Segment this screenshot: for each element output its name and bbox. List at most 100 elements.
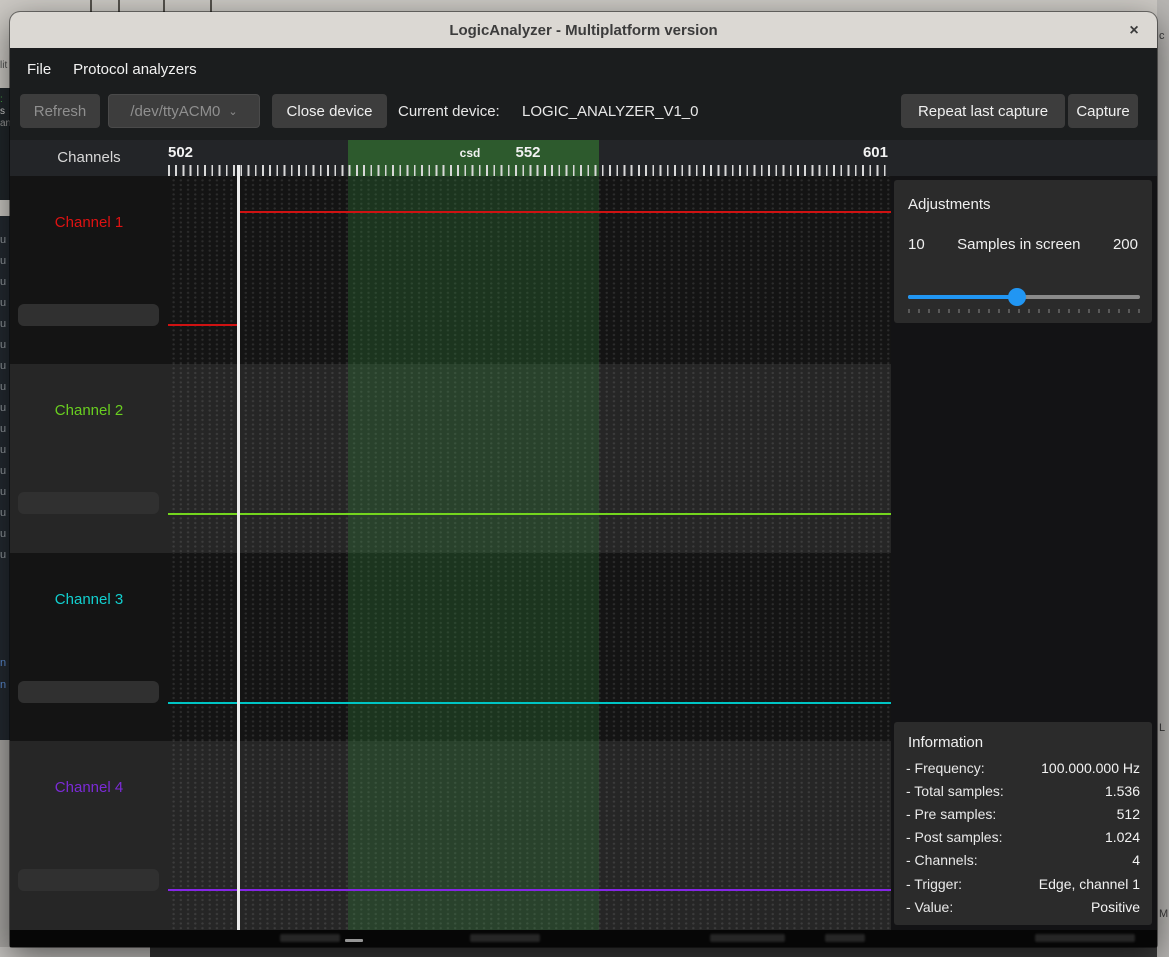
info-value: 4 <box>1132 852 1140 869</box>
samples-min: 10 <box>908 236 925 253</box>
info-label: - Post samples: <box>906 829 1003 846</box>
background-strip <box>0 740 10 957</box>
information-panel: Information - Frequency: 100.000.000 Hz - … <box>894 722 1152 925</box>
current-device-label: Current device: <box>398 103 500 120</box>
information-title: Information <box>908 734 984 751</box>
info-value: Edge, channel 1 <box>1038 875 1140 892</box>
background-divider <box>210 0 212 12</box>
information-row: - Trigger: Edge, channel 1 <box>906 872 1140 895</box>
samples-slider-fill <box>908 295 1018 299</box>
background-char: c <box>1159 30 1165 42</box>
channel-1-label: Channel 1 <box>54 214 124 231</box>
info-value: 100.000.000 Hz <box>1041 759 1140 776</box>
info-value: Positive <box>1090 898 1140 915</box>
desktop: lit : s an u u u u u u u u u u u u u u u… <box>0 0 1169 957</box>
info-label: - Pre samples: <box>906 805 997 822</box>
menu-file[interactable]: File <box>27 61 51 78</box>
close-device-button[interactable]: Close device <box>272 94 387 128</box>
channel-4-header: Channel 4 <box>10 741 168 930</box>
ruler-label-mid: 552 <box>515 144 541 161</box>
information-row: - Post samples: 1.024 <box>906 826 1140 849</box>
info-label: - Total samples: <box>906 782 1004 799</box>
background-divider <box>118 0 120 12</box>
channel-3-header: Channel 3 <box>10 553 168 741</box>
info-label: - Frequency: <box>906 759 985 776</box>
sidebar: Adjustments 10 Samples in screen 200 Inf… <box>891 176 1157 930</box>
channel-4-name-input[interactable] <box>18 869 159 891</box>
background-text-blob <box>825 934 865 942</box>
channel-1-header: Channel 1 <box>10 176 168 364</box>
info-label: - Value: <box>906 898 954 915</box>
channel-2-label: Channel 2 <box>54 402 124 419</box>
channel-2-name-input[interactable] <box>18 492 159 514</box>
repeat-last-capture-button[interactable]: Repeat last capture <box>901 94 1065 128</box>
information-row: - Channels: 4 <box>906 849 1140 872</box>
background-text-blob <box>470 934 540 942</box>
background-text: lit <box>0 12 10 88</box>
logic-analyzer-window: LogicAnalyzer - Multiplatform version × … <box>10 12 1157 947</box>
information-row: - Total samples: 1.536 <box>906 779 1140 802</box>
channel-1-name-input[interactable] <box>18 304 159 326</box>
background-divider <box>163 0 165 12</box>
signal-traces <box>168 211 891 891</box>
toolbar: Refresh /dev/ttyACM0 ⌄ Close device Curr… <box>10 90 1157 140</box>
window-title: LogicAnalyzer - Multiplatform version <box>449 21 718 39</box>
channel-1-trace <box>168 211 891 326</box>
menubar: File Protocol analyzers <box>10 48 1157 90</box>
titlebar[interactable]: LogicAnalyzer - Multiplatform version × <box>10 12 1157 48</box>
capture-button[interactable]: Capture <box>1068 94 1138 128</box>
samples-row: 10 Samples in screen 200 <box>894 236 1152 253</box>
info-label: - Channels: <box>906 852 978 869</box>
current-device-value: LOGIC_ANALYZER_V1_0 <box>522 103 699 120</box>
close-window-button[interactable]: × <box>1123 20 1145 42</box>
ruler-label-end: 601 <box>862 144 888 161</box>
background-text-blob <box>280 934 340 942</box>
device-select-value: /dev/ttyACM0 <box>130 102 221 120</box>
channels-column-header: Channels <box>57 149 121 166</box>
chevron-down-icon: ⌄ <box>228 105 238 118</box>
info-value: 1.024 <box>1104 829 1140 846</box>
background-bottom-strip <box>0 947 150 957</box>
background-char: s <box>0 106 5 117</box>
waveform-viewport[interactable]: Channel 1 Channel 2 Channel 3 Channel 4 <box>10 176 891 930</box>
adjustments-panel: Adjustments 10 Samples in screen 200 <box>894 180 1152 323</box>
background-char: : <box>0 94 3 105</box>
device-select[interactable]: /dev/ttyACM0 ⌄ <box>108 94 260 128</box>
waveform-content: Channel 1 Channel 2 Channel 3 Channel 4 … <box>10 176 1157 930</box>
samples-slider-thumb[interactable] <box>1008 288 1027 306</box>
channel-3-label: Channel 3 <box>54 591 124 608</box>
background-divider <box>90 0 92 12</box>
samples-max: 200 <box>1112 236 1138 253</box>
background-app-right-strip: c L M <box>1157 0 1169 957</box>
channel-4-label: Channel 4 <box>54 779 124 796</box>
background-text-blob <box>1035 934 1135 942</box>
channel-2-header: Channel 2 <box>10 364 168 553</box>
background-text-blob <box>710 934 785 942</box>
adjustments-title: Adjustments <box>908 196 991 213</box>
csd-region-label: csd <box>459 146 481 160</box>
background-text: n n <box>0 657 7 691</box>
background-char: M <box>1159 908 1169 920</box>
background-bottom-strip <box>150 947 1157 957</box>
information-row: - Value: Positive <box>906 895 1140 918</box>
sample-ruler[interactable] <box>168 165 891 176</box>
information-rows: - Frequency: 100.000.000 Hz - Total sample… <box>906 756 1140 918</box>
channel-3-name-input[interactable] <box>18 681 159 703</box>
background-text: : s an <box>0 88 11 200</box>
menu-protocol-analyzers[interactable]: Protocol analyzers <box>73 61 196 78</box>
slider-tick-marks <box>908 309 1140 315</box>
ruler-label-start: 502 <box>168 144 194 161</box>
samples-label: Samples in screen <box>957 236 1081 253</box>
background-app-left-strip: lit : s an u u u u u u u u u u u u u u u… <box>0 12 11 957</box>
window-bottom-bar <box>10 930 1157 947</box>
info-value: 1.536 <box>1104 782 1140 799</box>
ruler-header: Channels 502 552 601 csd <box>10 140 1157 176</box>
samples-slider[interactable] <box>908 288 1140 306</box>
info-label: - Trigger: <box>906 875 963 892</box>
refresh-button[interactable]: Refresh <box>20 94 100 128</box>
background-strip <box>0 200 10 216</box>
info-value: 512 <box>1116 805 1140 822</box>
background-dash <box>345 939 363 942</box>
information-row: - Frequency: 100.000.000 Hz <box>906 756 1140 779</box>
trigger-marker-line[interactable] <box>237 165 240 930</box>
